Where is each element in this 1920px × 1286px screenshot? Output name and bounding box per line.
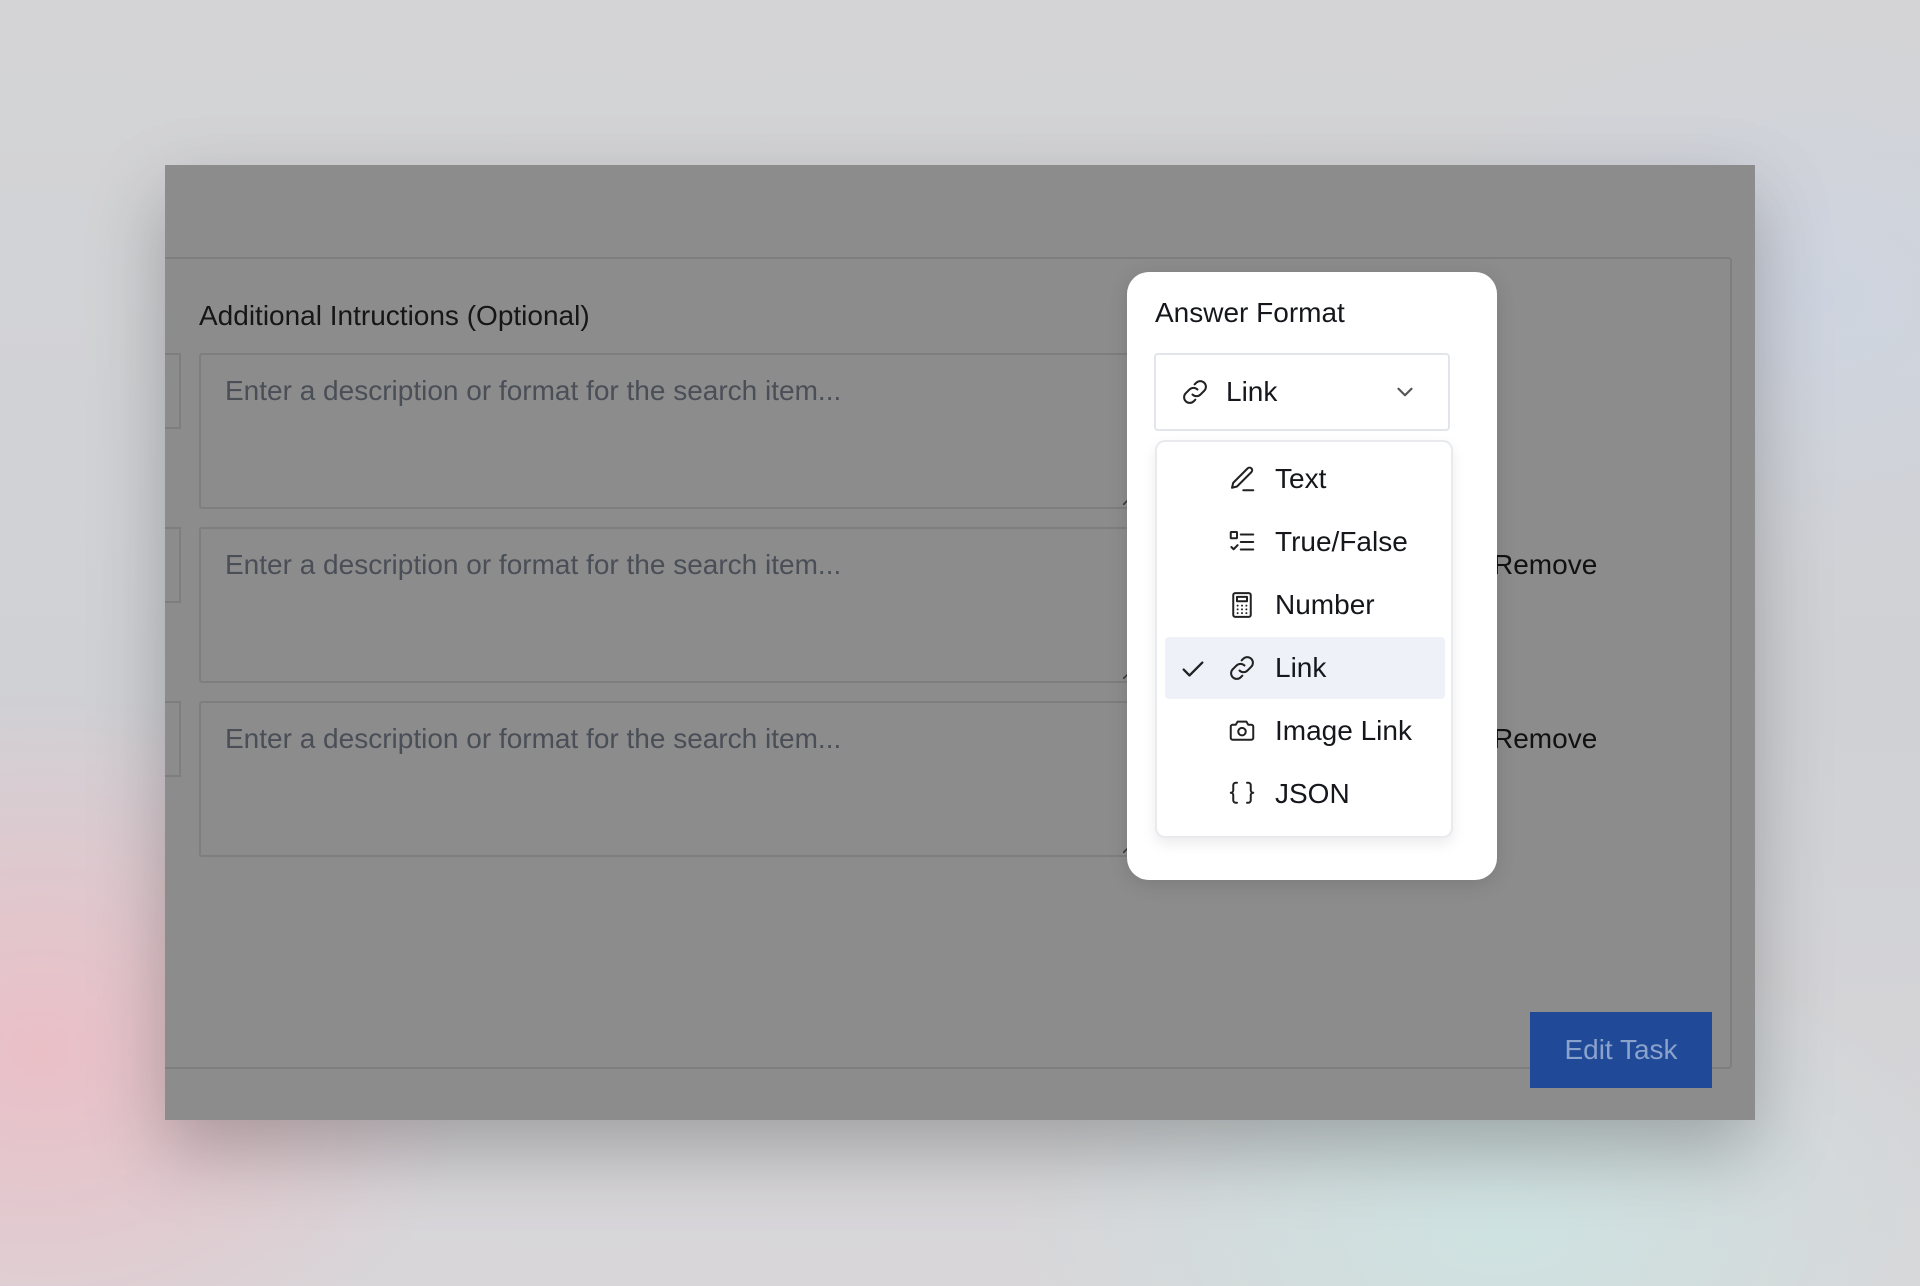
format-option-json[interactable]: JSON xyxy=(1165,763,1445,825)
remove-button[interactable]: Remove xyxy=(1493,723,1597,755)
row-input-stub[interactable] xyxy=(165,527,181,603)
row-input-stub[interactable] xyxy=(165,353,181,429)
chevron-down-icon xyxy=(1397,387,1413,397)
format-option-label: Number xyxy=(1275,589,1375,620)
checklist-icon xyxy=(1229,531,1255,551)
answer-format-popover: Answer Format Link Text True/False Numbe… xyxy=(1127,272,1497,880)
braces-icon xyxy=(1229,781,1255,804)
format-option-link[interactable]: Link xyxy=(1165,637,1445,699)
row-input-stub[interactable] xyxy=(165,701,181,777)
camera-icon xyxy=(1229,720,1255,741)
calculator-icon xyxy=(1232,592,1252,618)
format-option-label: Image Link xyxy=(1275,715,1412,746)
instructions-textarea[interactable]: Enter a description or format for the se… xyxy=(199,701,1139,857)
selected-format-label: Link xyxy=(1226,376,1278,407)
instructions-textarea[interactable]: Enter a description or format for the se… xyxy=(199,353,1139,509)
format-option-image-link[interactable]: Image Link xyxy=(1165,700,1445,762)
instructions-label: Additional Intructions (Optional) xyxy=(199,300,590,331)
modal-window: Additional Intructions (Optional) Enter … xyxy=(165,165,1755,1120)
instructions-textarea[interactable]: Enter a description or format for the se… xyxy=(199,527,1139,683)
format-option-label: JSON xyxy=(1275,778,1350,809)
link-icon xyxy=(1183,380,1207,404)
link-icon xyxy=(1230,656,1254,680)
pencil-icon xyxy=(1231,466,1255,492)
answer-format-title: Answer Format xyxy=(1155,297,1345,328)
answer-format-menu: Text True/False Number Link Image Link J… xyxy=(1155,440,1453,838)
format-option-number[interactable]: Number xyxy=(1165,574,1445,636)
answer-format-select[interactable]: Link xyxy=(1154,353,1450,431)
textarea-placeholder: Enter a description or format for the se… xyxy=(225,549,842,580)
format-option-true-false[interactable]: True/False xyxy=(1165,511,1445,573)
format-option-label: Text xyxy=(1275,463,1327,494)
remove-button[interactable]: Remove xyxy=(1493,549,1597,581)
format-option-text[interactable]: Text xyxy=(1165,448,1445,510)
format-option-label: Link xyxy=(1275,652,1327,683)
format-option-label: True/False xyxy=(1275,526,1408,557)
check-icon xyxy=(1182,661,1204,677)
edit-task-button[interactable]: Edit Task xyxy=(1530,1012,1712,1088)
textarea-placeholder: Enter a description or format for the se… xyxy=(225,375,842,406)
textarea-placeholder: Enter a description or format for the se… xyxy=(225,723,842,754)
